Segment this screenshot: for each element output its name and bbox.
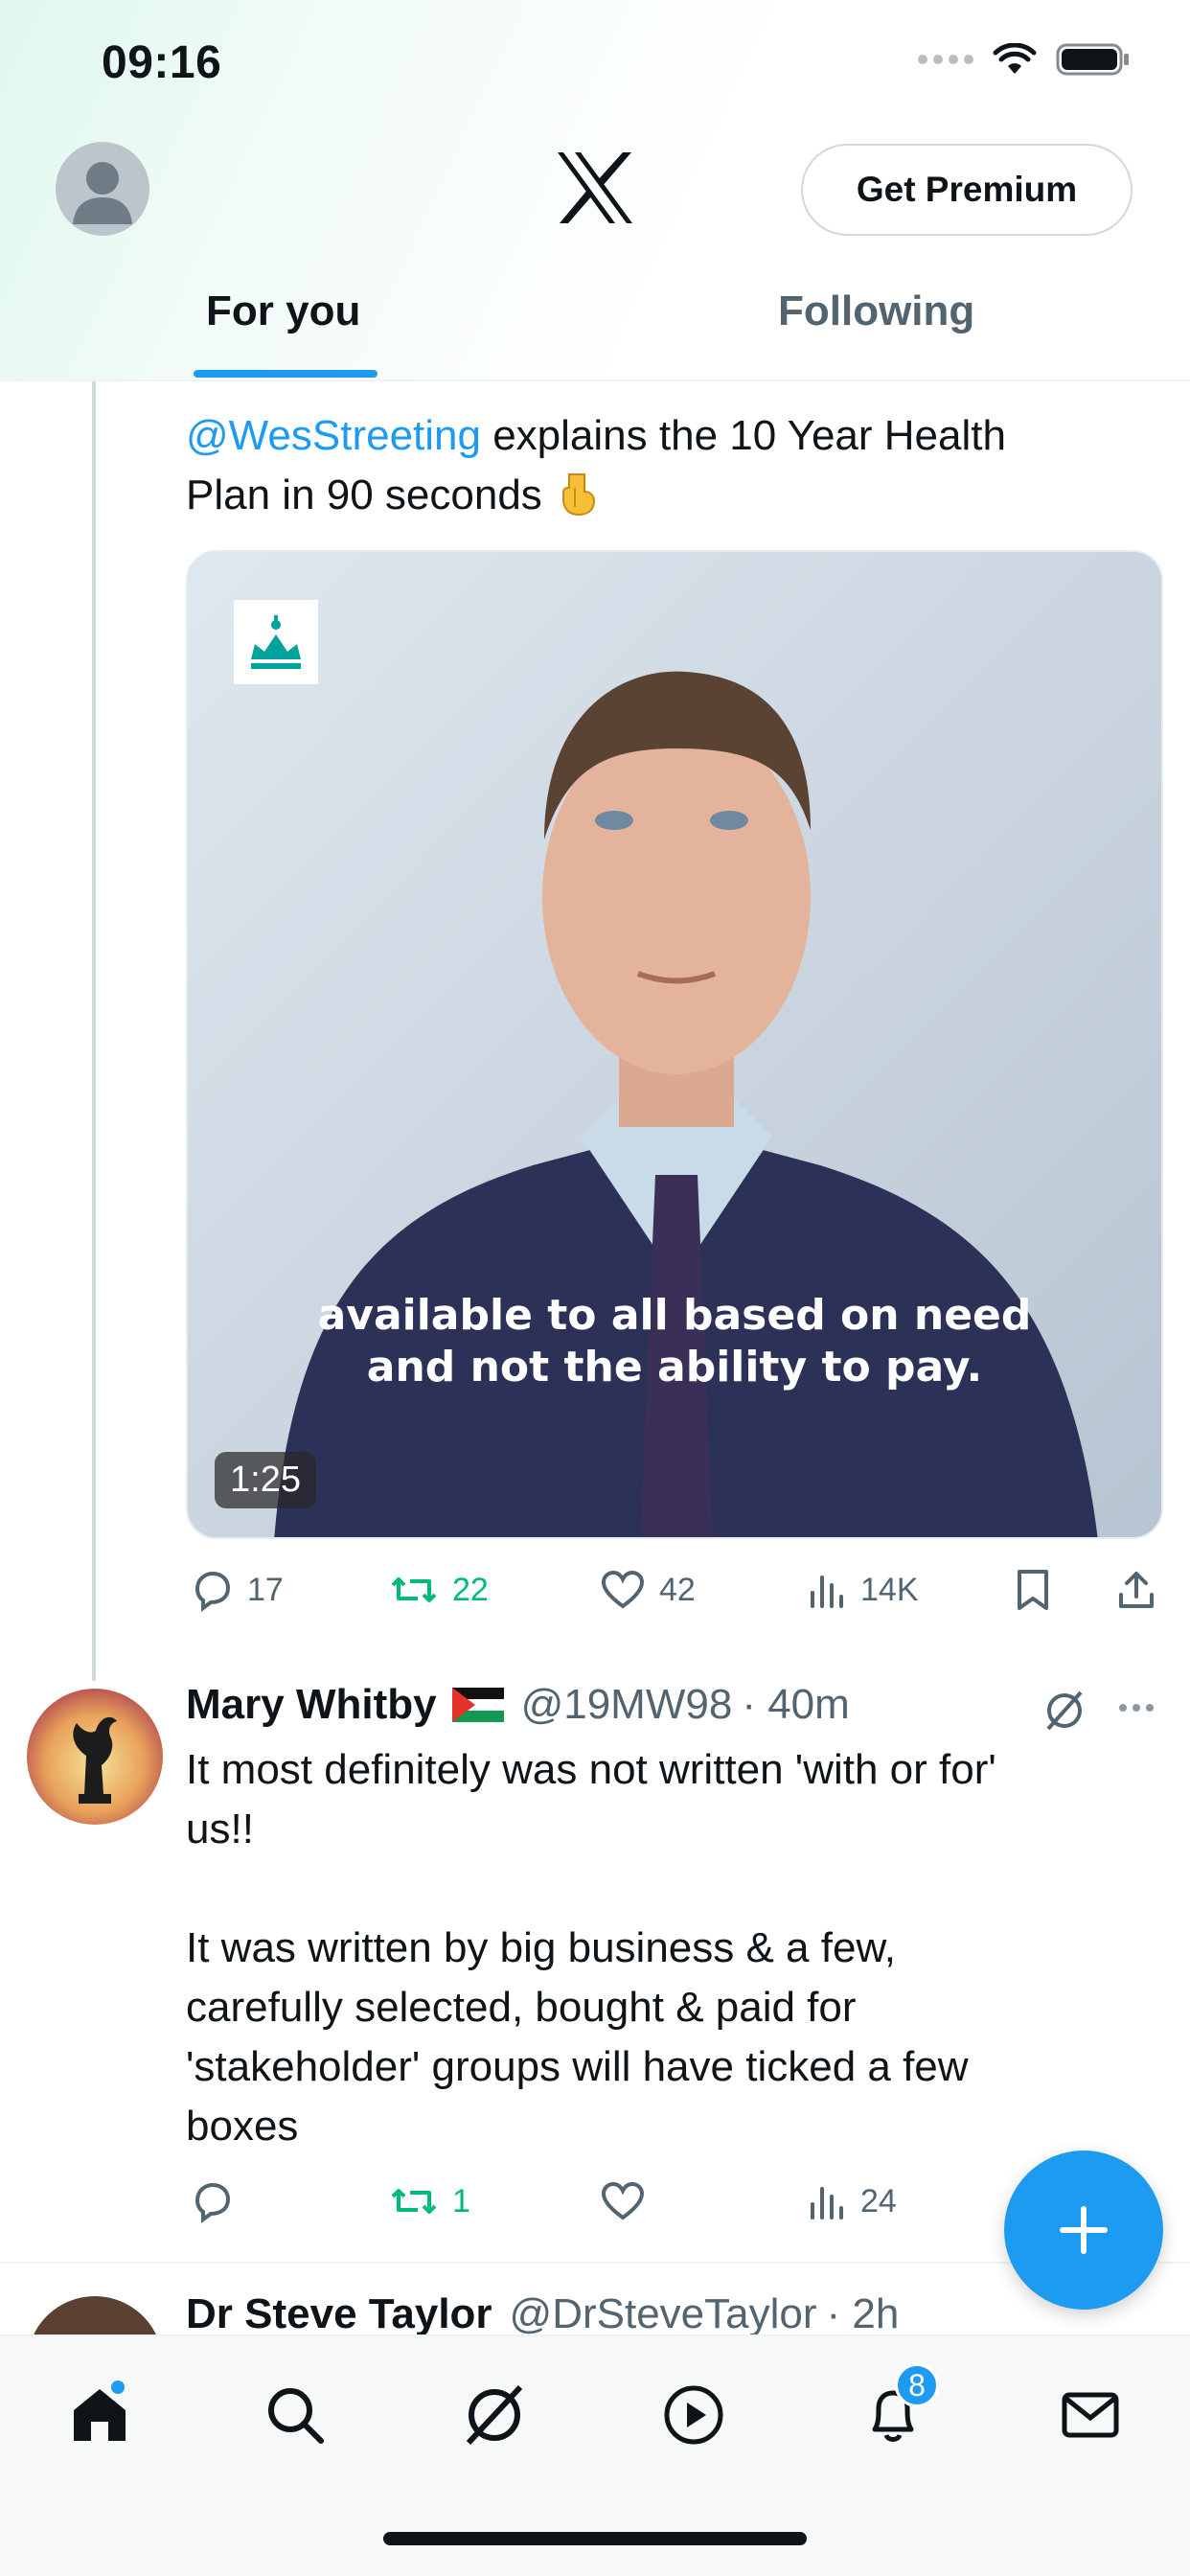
tweet-text-line: It most definitely was not written 'with… [186,1746,996,1793]
caption-line: available to all based on need [317,1291,1032,1340]
like-count: 42 [659,1571,696,1608]
notification-badge: 8 [895,2363,939,2407]
tweet-header: Dr Steve Taylor @DrSteveTaylor · 2h [186,2290,899,2338]
top-header: 09:16 Get Premium For you Following [0,0,1190,381]
profile-avatar[interactable] [56,142,149,236]
compose-button[interactable] [1004,2150,1163,2310]
views-icon [811,2187,843,2220]
bookmark-button[interactable] [1014,1568,1052,1612]
video-caption: available to all based on need and not t… [188,1290,1161,1393]
heart-icon [601,2181,645,2220]
bookmark-icon [1018,1570,1048,1610]
video-icon [664,2385,723,2445]
author-name[interactable]: Mary Whitby [186,1681,437,1729]
author-handle[interactable]: @DrSteveTaylor [510,2290,817,2338]
grok-icon [466,2384,523,2446]
caption-line: and not the ability to pay. [366,1343,983,1392]
tweet-header: Mary Whitby @19MW98 · 40m [186,1681,850,1729]
home-indicator [383,2532,807,2545]
tab-for-you[interactable]: For you [206,288,360,335]
views-count: 24 [860,2182,897,2220]
repost-button[interactable]: 22 [389,1568,489,1612]
reply-count: 17 [247,1571,284,1608]
tweet-text-line: explains the 10 Year Health [480,412,1006,459]
nav-notifications[interactable]: 8 [855,2363,939,2453]
nav-home[interactable] [61,2377,138,2453]
reply-button[interactable]: 17 [190,1568,284,1612]
views-button[interactable]: 14K [807,1568,919,1612]
tweet-text-line: Plan in 90 seconds [186,472,542,518]
grok-icon[interactable] [1042,1689,1087,1733]
get-premium-button[interactable]: Get Premium [801,144,1133,236]
views-button[interactable]: 24 [807,2179,897,2223]
repost-icon [391,1577,437,1602]
repost-count: 22 [452,1571,489,1608]
tweet-text-line: It was written by big business & a few, [186,1924,897,1971]
tweet-time: · 2h [826,2290,900,2337]
tab-following[interactable]: Following [778,288,974,335]
reply-button[interactable] [190,2179,247,2223]
nav-video[interactable] [655,2377,732,2453]
author-handle[interactable]: @19MW98 [521,1681,733,1729]
default-avatar-icon [73,162,132,224]
battery-icon [1056,43,1129,76]
tweet-text-line: us!! [186,1806,254,1852]
x-logo-icon [558,152,632,223]
reply-icon [195,1571,231,1612]
video-player[interactable]: available to all based on need and not t… [186,550,1163,1539]
nav-messages[interactable] [1052,2377,1129,2453]
messages-icon [1062,2392,1119,2438]
status-icons [918,42,1131,77]
author-avatar[interactable] [27,1689,163,1825]
repost-button[interactable]: 1 [389,2179,470,2223]
views-count: 14K [860,1571,919,1608]
heart-icon [601,1570,645,1609]
tweet-body: It most definitely was not written 'with… [186,1740,996,2156]
unread-dot [109,2379,126,2396]
pointing-down-emoji-icon [561,473,595,517]
nav-search[interactable] [257,2377,333,2453]
author-name[interactable]: Dr Steve Taylor [186,2290,492,2338]
wifi-icon [993,43,1037,74]
like-button[interactable]: 42 [600,1568,696,1612]
status-time: 09:16 [102,37,222,88]
palestine-flag-icon [451,1688,504,1722]
repost-count: 1 [452,2182,470,2220]
views-icon [811,1576,843,1608]
tweet-text: @WesStreeting explains the 10 Year Healt… [186,406,1006,525]
tweet-text-line: 'stakeholder' groups will have ticked a … [186,2043,969,2090]
like-button[interactable] [600,2179,659,2223]
tweet-time: · 40m [742,1681,850,1728]
tweet-text-line: boxes [186,2103,299,2150]
plus-icon [1060,2206,1108,2254]
video-duration: 1:25 [215,1452,316,1508]
more-options-icon[interactable] [1119,1704,1154,1712]
share-icon [1119,1572,1154,1608]
share-button[interactable] [1115,1568,1157,1612]
tweet-text-line: carefully selected, bought & paid for [186,1984,857,2031]
search-icon [268,2388,324,2444]
gov-crown-logo [234,600,318,684]
reply-icon [195,2182,231,2223]
nav-grok[interactable] [456,2377,533,2453]
repost-icon [391,2189,437,2214]
thread-connector [92,381,96,1681]
active-tab-indicator [194,370,378,378]
signal-icon [918,55,973,64]
mention-link[interactable]: @WesStreeting [186,412,481,459]
